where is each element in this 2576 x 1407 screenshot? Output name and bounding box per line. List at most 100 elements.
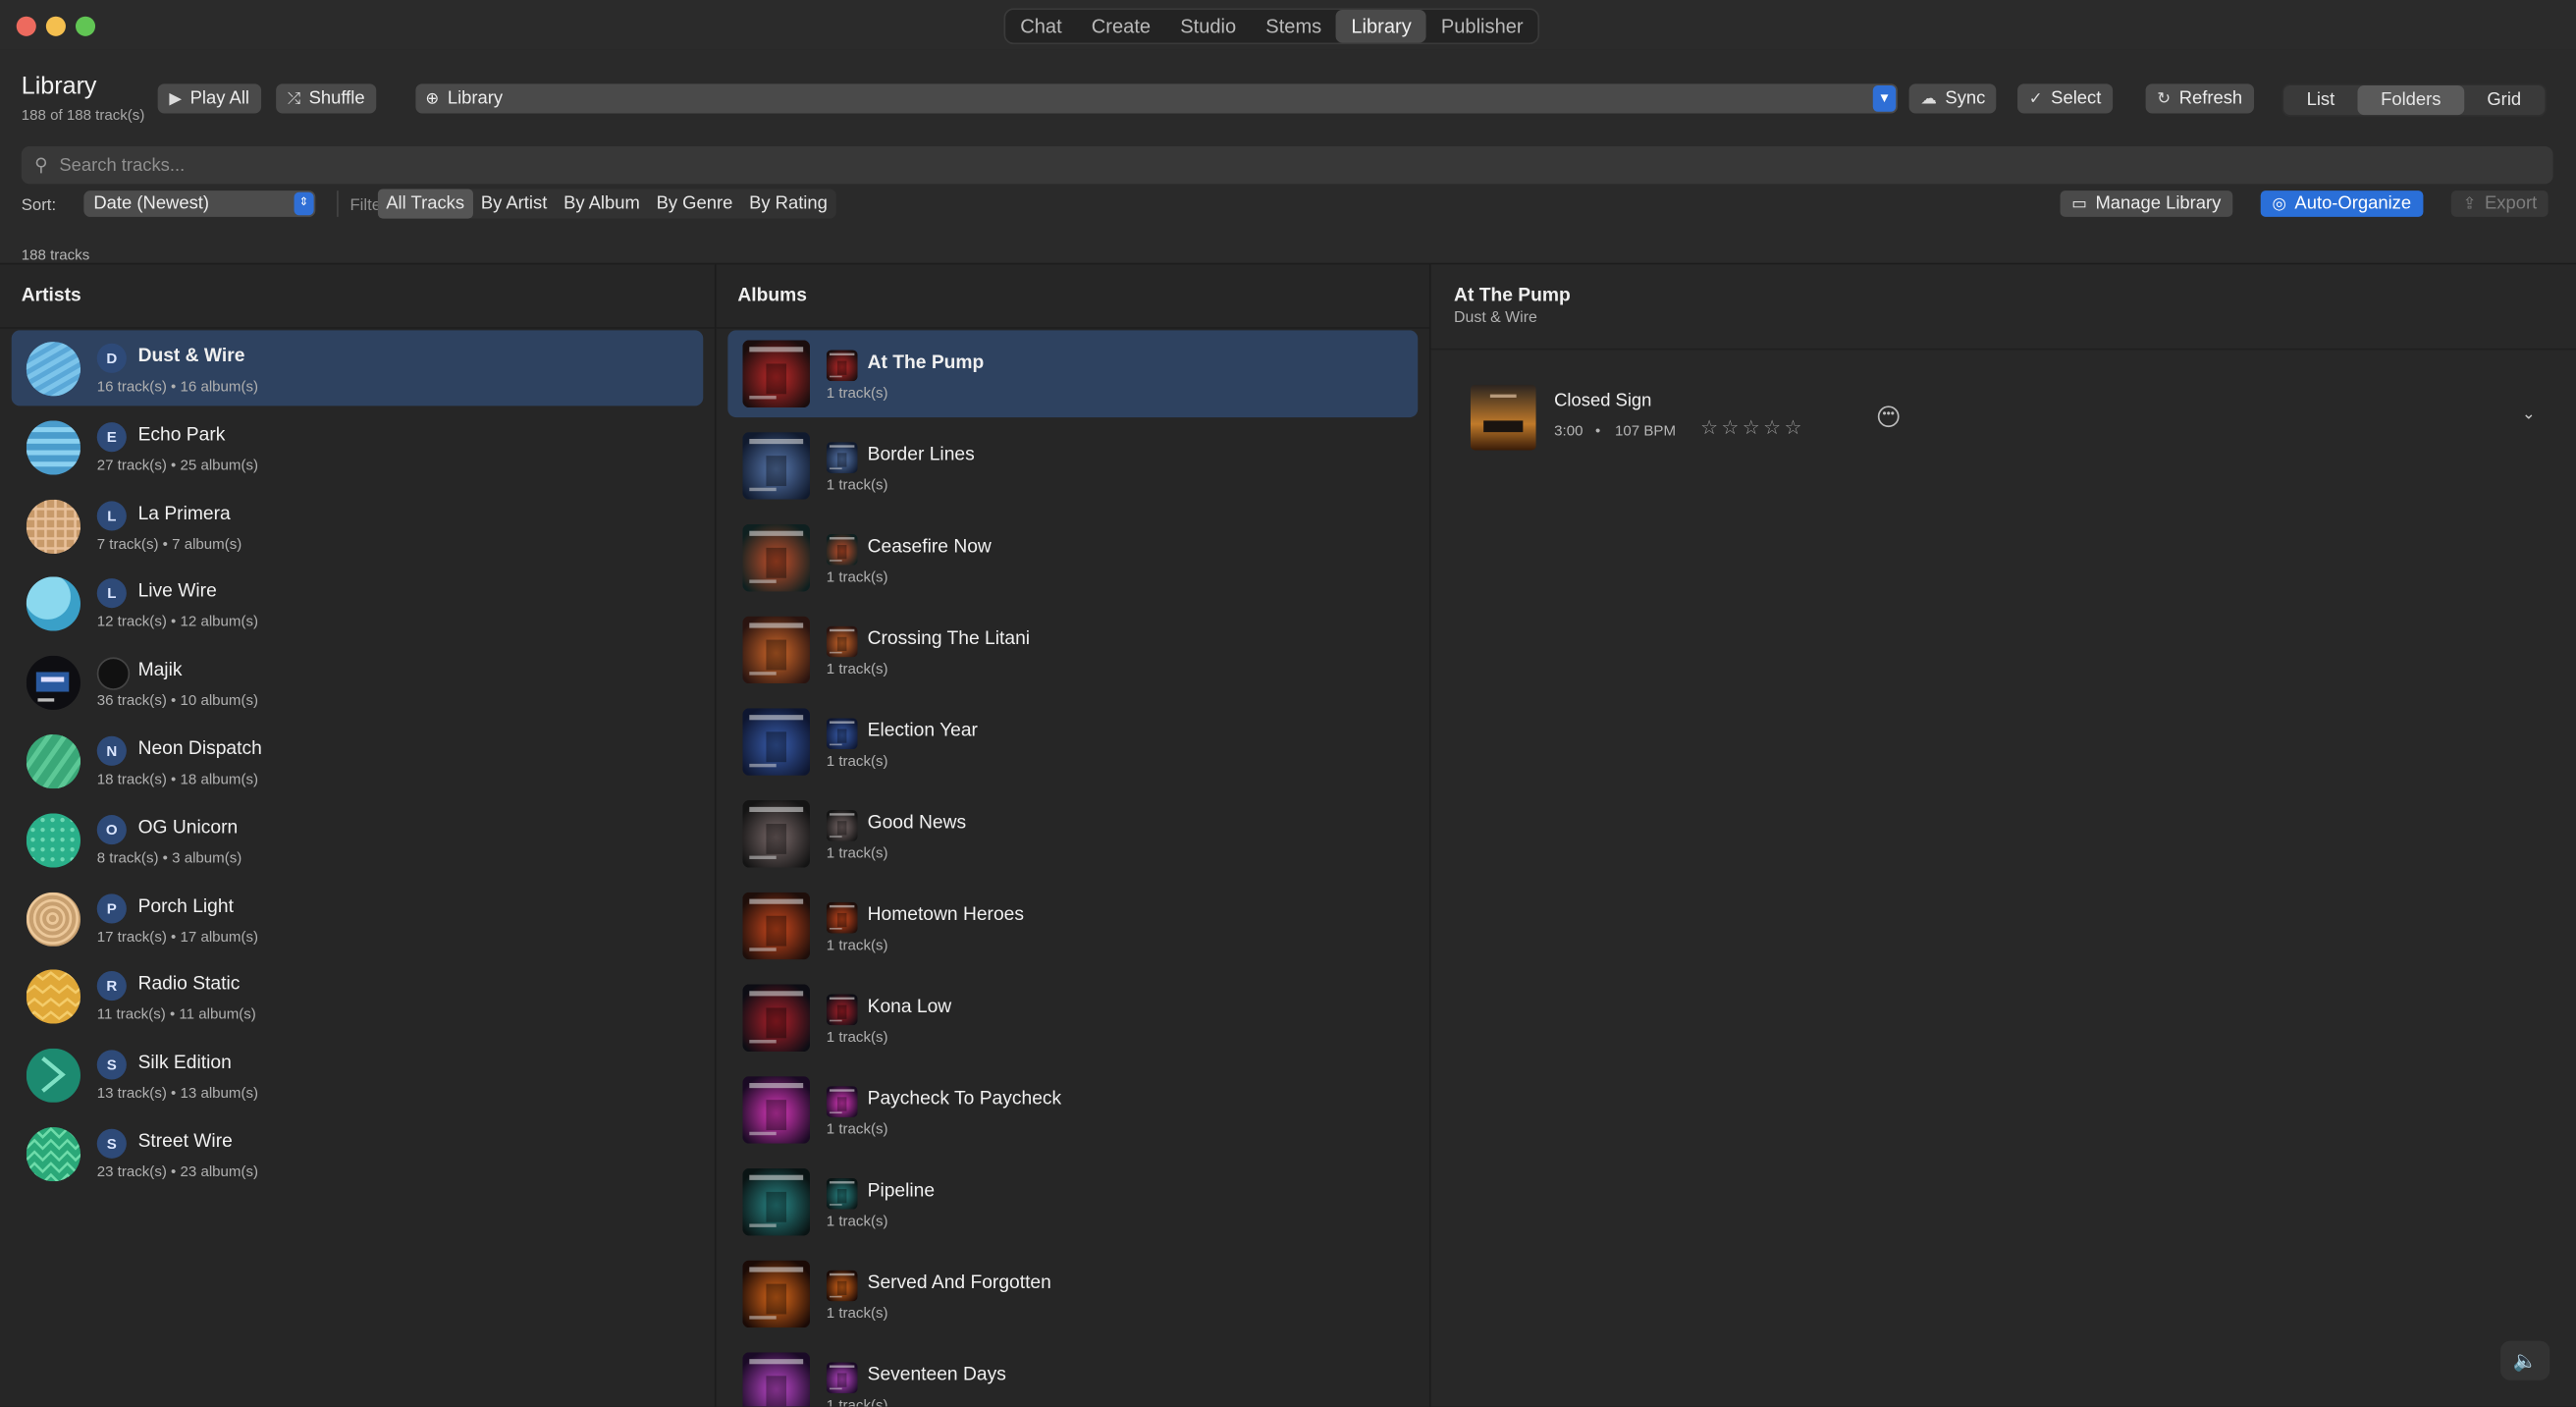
- minimize-window-button[interactable]: [45, 16, 66, 36]
- view-folders[interactable]: Folders: [2357, 85, 2464, 116]
- album-row[interactable]: Served And Forgotten 1 track(s): [727, 1251, 1418, 1338]
- album-row[interactable]: Kona Low 1 track(s): [727, 974, 1418, 1061]
- album-mini-cover: [826, 994, 858, 1026]
- artist-name: Radio Static: [137, 975, 241, 996]
- artist-name: Echo Park: [137, 425, 226, 446]
- artist-initial-badge: L: [96, 578, 127, 609]
- export-button[interactable]: ⇪ Export: [2450, 190, 2549, 217]
- tab-stems[interactable]: Stems: [1251, 10, 1336, 42]
- tab-create[interactable]: Create: [1077, 10, 1165, 42]
- shuffle-button[interactable]: ⤮ Shuffle: [276, 83, 377, 114]
- shuffle-label: Shuffle: [308, 88, 365, 109]
- artist-row[interactable]: O OG Unicorn 8 track(s) • 3 album(s): [12, 801, 704, 877]
- star-1-icon[interactable]: ☆: [1700, 417, 1718, 437]
- artist-initial-badge: R: [96, 971, 127, 1001]
- album-mini-cover: [826, 718, 858, 750]
- tab-studio[interactable]: Studio: [1165, 10, 1251, 42]
- refresh-button[interactable]: ↻ Refresh: [2145, 83, 2254, 114]
- star-5-icon[interactable]: ☆: [1785, 417, 1802, 437]
- artist-name: Live Wire: [137, 582, 217, 603]
- app-window: Chat Create Studio Stems Library Publish…: [0, 0, 2576, 1407]
- select-button[interactable]: ✓ Select: [2017, 83, 2114, 114]
- artist-row[interactable]: S Silk Edition 13 track(s) • 13 album(s): [12, 1037, 704, 1112]
- albums-pane: Albums At The Pump 1 track(s) Border Lin…: [716, 264, 1431, 1407]
- track-row[interactable]: Closed Sign 3:00 • 107 BPM ☆ ☆ ☆ ☆ ☆ •••…: [1454, 373, 2554, 456]
- volume-icon[interactable]: 🔈: [2500, 1340, 2550, 1380]
- album-row[interactable]: Seventeen Days 1 track(s): [727, 1342, 1418, 1407]
- album-meta: 1 track(s): [826, 1396, 888, 1407]
- artist-row[interactable]: Majik 36 track(s) • 10 album(s): [12, 644, 704, 720]
- auto-organize-button[interactable]: ◎ Auto-Organize: [2260, 190, 2423, 217]
- artist-row[interactable]: D Dust & Wire 16 track(s) • 16 album(s): [11, 330, 704, 406]
- chevron-down-icon[interactable]: ⌄: [2522, 406, 2536, 423]
- artist-initial-badge: L: [96, 500, 127, 530]
- star-4-icon[interactable]: ☆: [1763, 417, 1781, 437]
- album-row[interactable]: Good News 1 track(s): [727, 790, 1418, 878]
- album-mini-cover: [826, 810, 858, 841]
- track-count: 188 tracks: [21, 246, 90, 263]
- artist-name: Majik: [137, 661, 183, 681]
- play-all-button[interactable]: ▶ Play All: [157, 83, 261, 114]
- artist-meta: 8 track(s) • 3 album(s): [96, 848, 242, 866]
- filter-by-artist[interactable]: By Artist: [472, 189, 555, 218]
- album-cover-art: [742, 708, 811, 776]
- updown-chevron-icon: ⇕: [294, 191, 314, 216]
- album-mini-cover: [826, 533, 858, 566]
- close-window-button[interactable]: [16, 16, 36, 36]
- album-row[interactable]: At The Pump 1 track(s): [727, 330, 1419, 418]
- album-mini-cover: [826, 1270, 858, 1302]
- search-icon: ⚲: [34, 155, 48, 177]
- album-row[interactable]: Hometown Heroes 1 track(s): [727, 883, 1418, 970]
- tab-library[interactable]: Library: [1336, 10, 1426, 43]
- album-row[interactable]: Border Lines 1 track(s): [727, 422, 1418, 510]
- search-input[interactable]: ⚲ Search tracks...: [21, 145, 2553, 185]
- artist-avatar: [26, 1127, 81, 1182]
- tab-chat[interactable]: Chat: [1005, 10, 1077, 42]
- album-mini-cover: [826, 625, 858, 658]
- manage-library-button[interactable]: ▭ Manage Library: [2060, 190, 2233, 217]
- album-name: Pipeline: [867, 1181, 936, 1202]
- filter-by-genre[interactable]: By Genre: [648, 189, 741, 218]
- album-row[interactable]: Pipeline 1 track(s): [727, 1159, 1418, 1246]
- artist-meta: 12 track(s) • 12 album(s): [96, 613, 259, 630]
- sort-label: Sort:: [21, 196, 57, 216]
- album-detail-pane: At The Pump Dust & Wire Closed Sign 3:00…: [1430, 264, 2576, 1407]
- album-row[interactable]: Crossing The Litani 1 track(s): [727, 607, 1418, 694]
- filter-all-tracks[interactable]: All Tracks: [377, 189, 473, 219]
- album-cover-art: [742, 523, 811, 592]
- artist-initial-badge: E: [96, 421, 127, 452]
- filter-by-rating[interactable]: By Rating: [741, 189, 836, 218]
- artist-row[interactable]: L La Primera 7 track(s) • 7 album(s): [12, 487, 704, 563]
- organize-icon: ◎: [2272, 194, 2287, 213]
- artist-avatar: [26, 577, 81, 632]
- sync-button[interactable]: ☁ Sync: [1908, 83, 1998, 114]
- view-grid[interactable]: Grid: [2464, 85, 2545, 115]
- view-list[interactable]: List: [2283, 85, 2358, 115]
- filter-by-album[interactable]: By Album: [556, 189, 649, 218]
- artist-row[interactable]: N Neon Dispatch 18 track(s) • 18 album(s…: [12, 723, 704, 798]
- artist-row[interactable]: R Radio Static 11 track(s) • 11 album(s): [12, 958, 704, 1034]
- artist-name: Neon Dispatch: [137, 739, 262, 760]
- zoom-window-button[interactable]: [75, 16, 96, 36]
- artist-row[interactable]: L Live Wire 12 track(s) • 12 album(s): [12, 566, 704, 641]
- source-picker[interactable]: ⊕ Library ▼: [415, 83, 1898, 114]
- page-title: Library: [21, 72, 97, 101]
- album-row[interactable]: Paycheck To Paycheck 1 track(s): [727, 1066, 1418, 1154]
- artist-mini-avatar: [96, 657, 131, 691]
- artist-row[interactable]: S Street Wire 23 track(s) • 23 album(s): [12, 1115, 704, 1191]
- star-2-icon[interactable]: ☆: [1721, 417, 1739, 437]
- album-cover-art: [742, 984, 811, 1053]
- artist-row[interactable]: E Echo Park 27 track(s) • 25 album(s): [12, 408, 704, 484]
- artist-row[interactable]: P Porch Light 17 track(s) • 17 album(s): [12, 880, 704, 955]
- album-row[interactable]: Ceasefire Now 1 track(s): [727, 514, 1418, 602]
- tab-publisher[interactable]: Publisher: [1426, 10, 1538, 42]
- more-options-icon[interactable]: •••: [1877, 406, 1900, 428]
- track-title: Closed Sign: [1554, 391, 1652, 411]
- album-row[interactable]: Election Year 1 track(s): [727, 698, 1418, 785]
- album-cover-art: [742, 616, 811, 684]
- star-3-icon[interactable]: ☆: [1743, 417, 1760, 437]
- artist-avatar: [26, 734, 81, 789]
- search-placeholder: Search tracks...: [59, 155, 186, 176]
- sort-select[interactable]: Date (Newest) ⇕: [83, 190, 316, 217]
- album-name: Hometown Heroes: [867, 905, 1024, 926]
